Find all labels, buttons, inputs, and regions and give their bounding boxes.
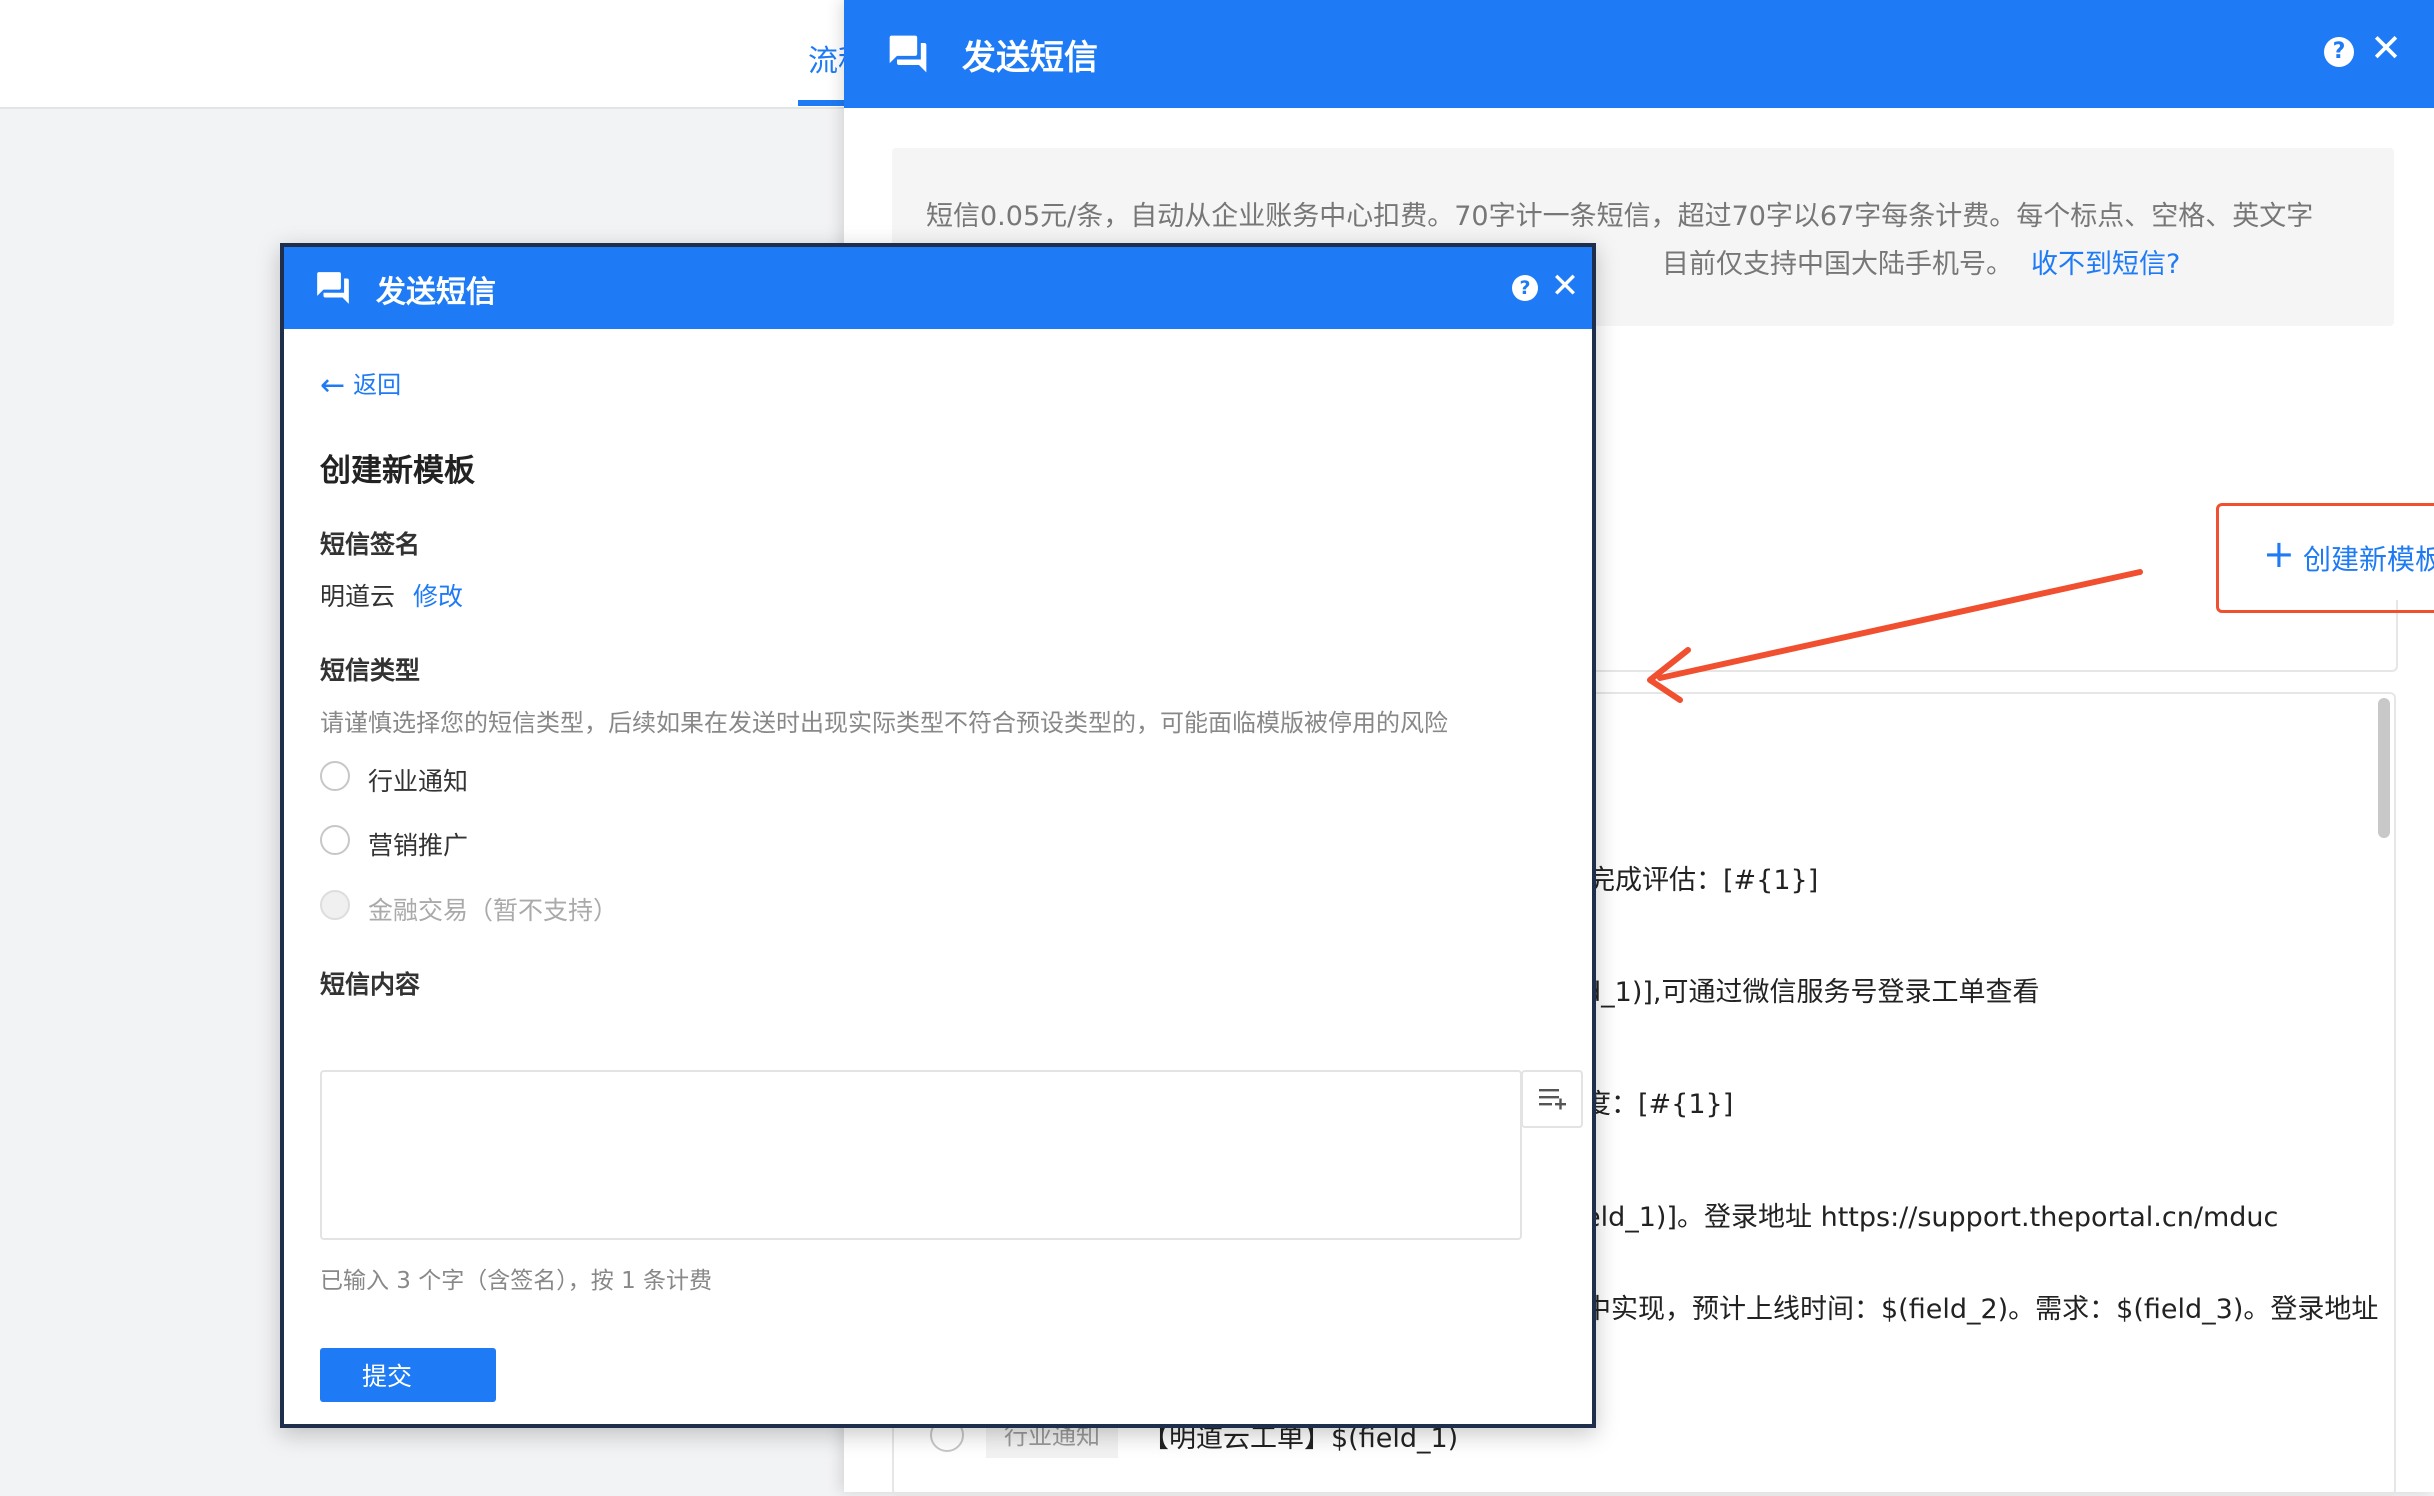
sms-content-label: 短信内容 [320, 970, 421, 999]
insert-field-button[interactable] [1521, 1070, 1583, 1128]
help-icon[interactable]: ? [1512, 275, 1538, 301]
page-title: 创建新模板 [320, 453, 475, 489]
back-link[interactable]: ← 返回 [320, 365, 401, 403]
dialog-title: 发送短信 [376, 275, 496, 310]
radio-label-marketing: 营销推广 [368, 831, 469, 860]
dialog-header: 发送短信 ? ✕ [284, 247, 1592, 329]
insert-field-icon [1539, 1089, 1566, 1110]
radio-finance-disabled [320, 890, 350, 920]
back-label: 返回 [353, 371, 402, 399]
char-count: 已输入 3 个字（含签名），按 1 条计费 [320, 1268, 713, 1294]
close-icon[interactable]: ✕ [1548, 269, 1582, 303]
edit-signature-link[interactable]: 修改 [413, 582, 463, 611]
sms-type-hint: 请谨慎选择您的短信类型，后续如果在发送时出现实际类型不符合预设类型的，可能面临模… [320, 709, 1448, 737]
sms-content-textarea[interactable] [320, 1070, 1522, 1240]
create-template-dialog: 发送短信 ? ✕ ← 返回 创建新模板 短信签名 明道云 修改 短信类型 请谨慎选择… [280, 243, 1596, 1428]
radio-label-finance: 金融交易（暂不支持） [368, 896, 619, 925]
submit-button[interactable]: 提交 [320, 1348, 496, 1402]
signature-row: 明道云 修改 [320, 577, 463, 613]
signature-value: 明道云 [320, 582, 396, 611]
signature-label: 短信签名 [320, 530, 421, 559]
back-arrow-icon: ← [320, 368, 346, 403]
radio-marketing[interactable] [320, 825, 350, 855]
radio-industry-notice[interactable] [320, 761, 350, 791]
chat-bubbles-icon [314, 269, 352, 311]
sms-type-label: 短信类型 [320, 656, 421, 685]
radio-label-industry-notice: 行业通知 [368, 767, 469, 796]
